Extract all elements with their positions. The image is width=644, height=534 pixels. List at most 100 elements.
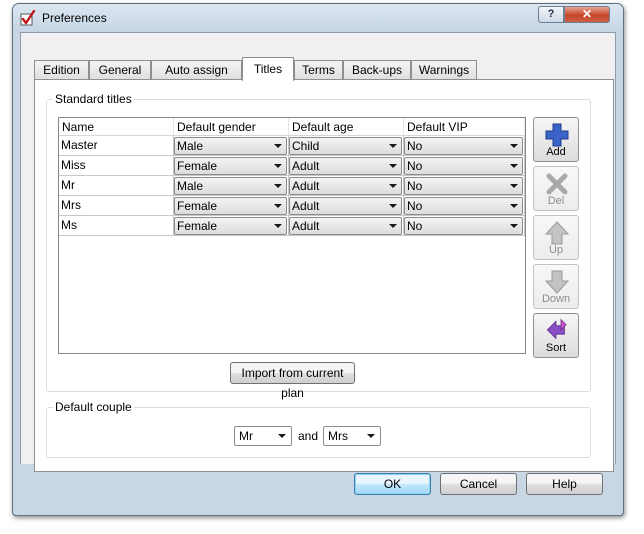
titles-grid: Name Default gender Default age Default …: [58, 117, 526, 354]
plus-icon: [545, 123, 569, 147]
age-cell: Adult: [289, 176, 404, 196]
gender-dropdown[interactable]: Male: [174, 177, 287, 195]
gender-cell: Male: [174, 136, 289, 156]
arrow-down-icon: [544, 270, 570, 294]
table-row: Master Male Child No: [59, 136, 525, 156]
standard-titles-group: Standard titles Name Default gender Defa…: [46, 92, 591, 400]
vip-cell: No: [404, 216, 525, 236]
chevron-down-icon: [510, 224, 518, 228]
chevron-down-icon: [389, 184, 397, 188]
table-row: Mrs Female Adult No: [59, 196, 525, 216]
vip-dropdown[interactable]: No: [404, 217, 523, 235]
close-button[interactable]: ✕: [564, 6, 610, 23]
default-couple-group: Default couple Mr and Mrs: [46, 400, 591, 458]
vip-dropdown[interactable]: No: [404, 197, 523, 215]
preferences-window: Preferences ? ✕ Edition General Auto ass…: [12, 3, 624, 516]
chevron-down-icon: [510, 204, 518, 208]
add-button[interactable]: Add: [533, 117, 579, 162]
gender-dropdown[interactable]: Female: [174, 157, 287, 175]
cancel-button[interactable]: Cancel: [440, 473, 517, 495]
delete-x-icon: [546, 173, 568, 195]
vip-value: No: [407, 139, 423, 153]
title-name-cell[interactable]: Master: [59, 136, 174, 156]
gender-value: Female: [177, 159, 218, 173]
tab-terms[interactable]: Terms: [294, 60, 343, 80]
tab-auto-assign[interactable]: Auto assign: [151, 60, 242, 80]
chevron-down-icon: [389, 144, 397, 148]
move-down-button[interactable]: Down: [533, 264, 579, 309]
gender-cell: Female: [174, 196, 289, 216]
chevron-down-icon: [389, 224, 397, 228]
tab-general[interactable]: General: [89, 60, 151, 80]
chevron-down-icon: [510, 184, 518, 188]
column-header-default-age[interactable]: Default age: [289, 118, 404, 136]
add-label: Add: [546, 146, 566, 158]
delete-button[interactable]: Del: [533, 166, 579, 211]
dialog-body: Edition General Auto assign Titles Terms…: [20, 32, 616, 472]
default-couple-second-dropdown[interactable]: Mrs: [323, 426, 381, 446]
gender-cell: Female: [174, 216, 289, 236]
vip-cell: No: [404, 156, 525, 176]
column-header-default-vip[interactable]: Default VIP: [404, 118, 525, 136]
import-from-current-plan-button[interactable]: Import from current plan: [230, 362, 355, 400]
column-header-name[interactable]: Name: [59, 118, 174, 136]
chevron-down-icon: [278, 434, 286, 438]
age-value: Adult: [292, 179, 320, 193]
chevron-down-icon: [389, 164, 397, 168]
age-dropdown[interactable]: Child: [289, 137, 402, 155]
chevron-down-icon: [510, 144, 518, 148]
tab-back-ups[interactable]: Back-ups: [343, 60, 411, 80]
table-row: Miss Female Adult No: [59, 156, 525, 176]
titles-tab-panel: Standard titles Name Default gender Defa…: [34, 79, 614, 472]
title-name-cell[interactable]: Ms: [59, 216, 174, 236]
gender-dropdown[interactable]: Female: [174, 197, 287, 215]
gender-value: Female: [177, 199, 218, 213]
ok-button[interactable]: OK: [354, 473, 431, 495]
age-cell: Adult: [289, 196, 404, 216]
age-dropdown[interactable]: Adult: [289, 177, 402, 195]
window-title: Preferences: [42, 11, 107, 25]
chevron-down-icon: [367, 434, 375, 438]
chevron-down-icon: [274, 164, 282, 168]
sort-label: Sort: [545, 342, 567, 354]
column-header-default-gender[interactable]: Default gender: [174, 118, 289, 136]
chevron-down-icon: [389, 204, 397, 208]
gender-value: Male: [177, 139, 204, 153]
chevron-down-icon: [274, 184, 282, 188]
second-title-value: Mrs: [328, 429, 348, 443]
title-name-cell[interactable]: Mr: [59, 176, 174, 196]
help-button[interactable]: Help: [526, 473, 603, 495]
age-value: Adult: [292, 199, 320, 213]
age-cell: Adult: [289, 156, 404, 176]
title-name-cell[interactable]: Miss: [59, 156, 174, 176]
and-label: and: [298, 429, 319, 443]
vip-dropdown[interactable]: No: [404, 177, 523, 195]
tab-edition[interactable]: Edition: [34, 60, 89, 80]
delete-label: Del: [547, 195, 565, 207]
age-cell: Child: [289, 136, 404, 156]
table-row: Mr Male Adult No: [59, 176, 525, 196]
tab-warnings[interactable]: Warnings: [411, 60, 477, 80]
vip-dropdown[interactable]: No: [404, 137, 523, 155]
chevron-down-icon: [510, 164, 518, 168]
title-name-cell[interactable]: Mrs: [59, 196, 174, 216]
first-title-value: Mr: [239, 429, 253, 443]
gender-dropdown[interactable]: Male: [174, 137, 287, 155]
grid-header: Name Default gender Default age Default …: [59, 118, 525, 136]
sort-icon: [546, 318, 567, 340]
age-dropdown[interactable]: Adult: [289, 217, 402, 235]
chevron-down-icon: [274, 144, 282, 148]
vip-cell: No: [404, 136, 525, 156]
title-bar[interactable]: Preferences ? ✕: [13, 4, 623, 32]
move-up-button[interactable]: Up: [533, 215, 579, 260]
vip-dropdown[interactable]: No: [404, 157, 523, 175]
tab-titles[interactable]: Titles: [242, 57, 294, 81]
vip-value: No: [407, 199, 423, 213]
gender-dropdown[interactable]: Female: [174, 217, 287, 235]
sort-button[interactable]: Sort: [533, 313, 579, 358]
down-label: Down: [541, 293, 571, 305]
default-couple-first-dropdown[interactable]: Mr: [234, 426, 292, 446]
age-dropdown[interactable]: Adult: [289, 197, 402, 215]
title-help-button[interactable]: ?: [538, 6, 564, 23]
age-dropdown[interactable]: Adult: [289, 157, 402, 175]
